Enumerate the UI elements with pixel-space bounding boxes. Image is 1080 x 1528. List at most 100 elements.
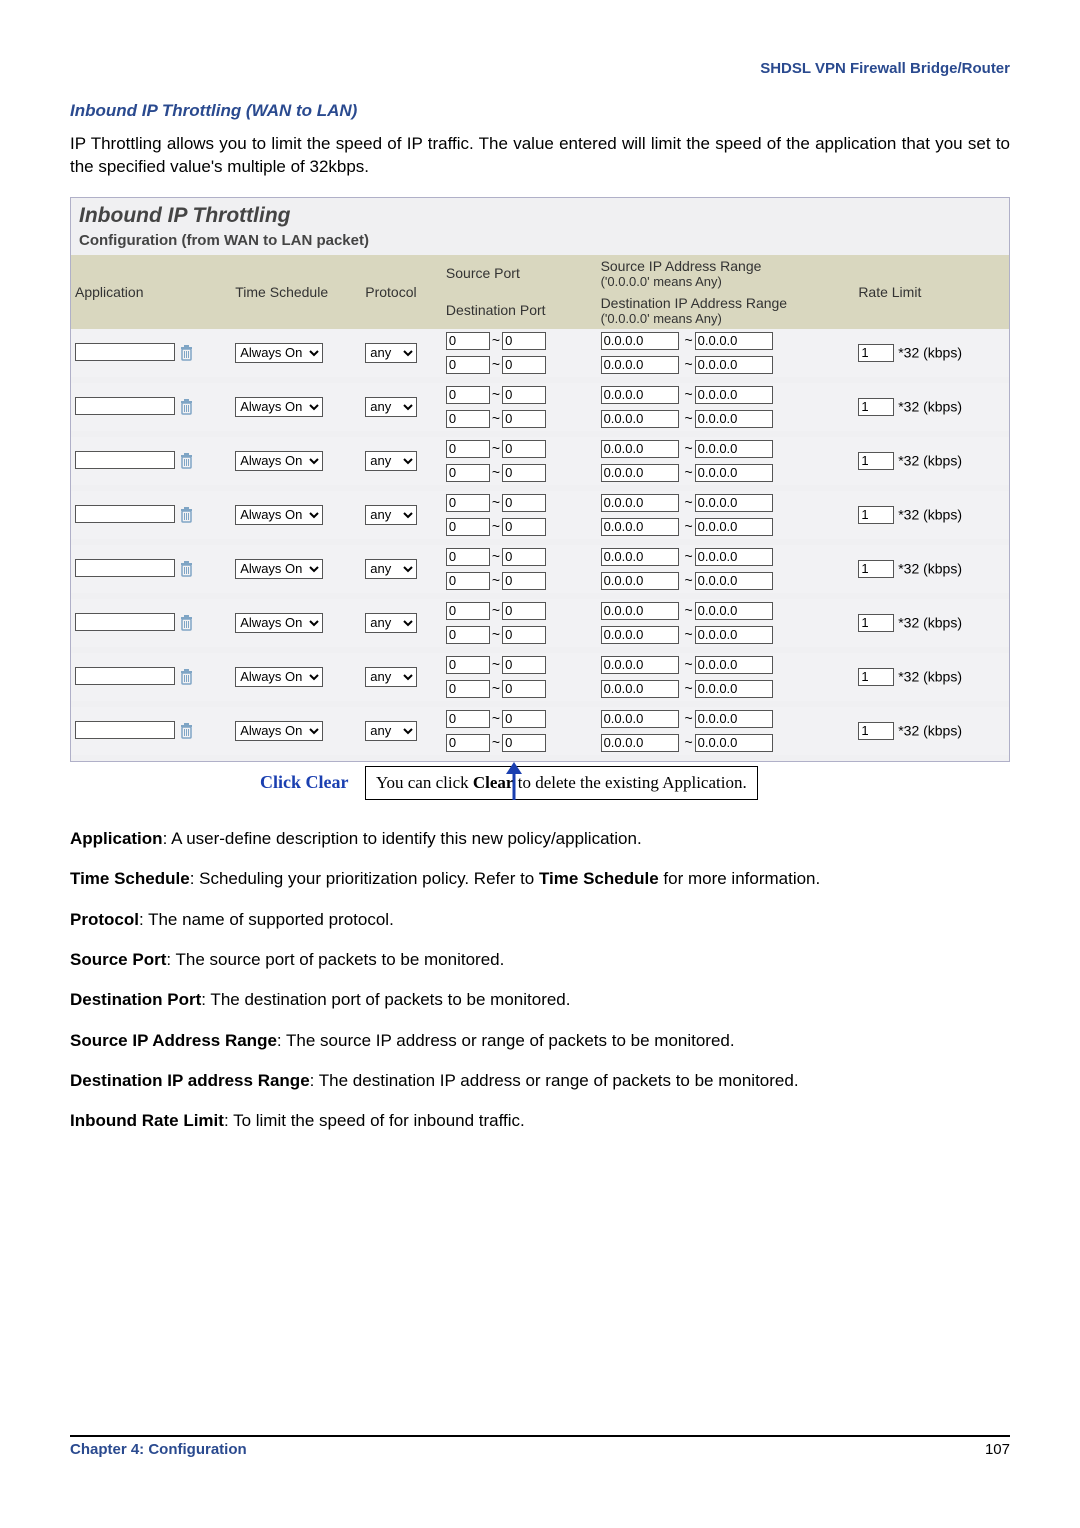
source-ip-to-input[interactable] [695,494,773,512]
source-ip-to-input[interactable] [695,710,773,728]
clear-icon[interactable] [179,668,194,686]
protocol-select[interactable]: any [365,451,417,471]
application-input[interactable] [75,667,175,685]
dest-port-to-input[interactable] [502,680,546,698]
source-port-to-input[interactable] [502,710,546,728]
time-schedule-select[interactable]: Always On [235,613,323,633]
clear-icon[interactable] [179,398,194,416]
dest-ip-from-input[interactable] [601,410,679,428]
source-ip-from-input[interactable] [601,548,679,566]
source-ip-from-input[interactable] [601,332,679,350]
dest-port-to-input[interactable] [502,410,546,428]
rate-limit-input[interactable] [858,560,894,578]
rate-limit-input[interactable] [858,398,894,416]
source-ip-to-input[interactable] [695,386,773,404]
source-port-to-input[interactable] [502,656,546,674]
source-ip-to-input[interactable] [695,440,773,458]
protocol-select[interactable]: any [365,667,417,687]
source-port-to-input[interactable] [502,548,546,566]
time-schedule-select[interactable]: Always On [235,721,323,741]
source-port-to-input[interactable] [502,602,546,620]
dest-port-from-input[interactable] [446,734,490,752]
source-ip-from-input[interactable] [601,602,679,620]
rate-limit-input[interactable] [858,722,894,740]
dest-ip-to-input[interactable] [695,734,773,752]
protocol-select[interactable]: any [365,397,417,417]
clear-icon[interactable] [179,560,194,578]
clear-icon[interactable] [179,344,194,362]
dest-ip-from-input[interactable] [601,680,679,698]
dest-port-from-input[interactable] [446,356,490,374]
dest-port-from-input[interactable] [446,410,490,428]
rate-limit-input[interactable] [858,506,894,524]
dest-port-to-input[interactable] [502,626,546,644]
application-input[interactable] [75,613,175,631]
source-ip-from-input[interactable] [601,494,679,512]
dest-ip-to-input[interactable] [695,356,773,374]
clear-icon[interactable] [179,614,194,632]
dest-ip-from-input[interactable] [601,572,679,590]
time-schedule-select[interactable]: Always On [235,505,323,525]
time-schedule-select[interactable]: Always On [235,559,323,579]
dest-ip-to-input[interactable] [695,572,773,590]
source-port-from-input[interactable] [446,332,490,350]
dest-ip-from-input[interactable] [601,734,679,752]
application-input[interactable] [75,505,175,523]
protocol-select[interactable]: any [365,343,417,363]
dest-ip-to-input[interactable] [695,464,773,482]
application-input[interactable] [75,343,175,361]
dest-ip-to-input[interactable] [695,518,773,536]
source-port-from-input[interactable] [446,494,490,512]
dest-ip-from-input[interactable] [601,356,679,374]
source-port-from-input[interactable] [446,548,490,566]
source-ip-from-input[interactable] [601,710,679,728]
dest-port-to-input[interactable] [502,572,546,590]
source-port-to-input[interactable] [502,332,546,350]
source-ip-from-input[interactable] [601,656,679,674]
clear-icon[interactable] [179,722,194,740]
source-port-from-input[interactable] [446,656,490,674]
source-port-to-input[interactable] [502,440,546,458]
source-ip-to-input[interactable] [695,548,773,566]
source-port-to-input[interactable] [502,494,546,512]
dest-ip-to-input[interactable] [695,626,773,644]
time-schedule-select[interactable]: Always On [235,451,323,471]
dest-port-from-input[interactable] [446,626,490,644]
source-ip-from-input[interactable] [601,386,679,404]
source-ip-to-input[interactable] [695,602,773,620]
dest-port-to-input[interactable] [502,356,546,374]
source-port-from-input[interactable] [446,710,490,728]
dest-ip-from-input[interactable] [601,626,679,644]
dest-ip-from-input[interactable] [601,518,679,536]
dest-port-from-input[interactable] [446,464,490,482]
source-port-to-input[interactable] [502,386,546,404]
dest-ip-from-input[interactable] [601,464,679,482]
protocol-select[interactable]: any [365,505,417,525]
time-schedule-select[interactable]: Always On [235,343,323,363]
protocol-select[interactable]: any [365,613,417,633]
source-port-from-input[interactable] [446,602,490,620]
clear-icon[interactable] [179,452,194,470]
dest-port-from-input[interactable] [446,680,490,698]
dest-port-to-input[interactable] [502,518,546,536]
rate-limit-input[interactable] [858,344,894,362]
source-port-from-input[interactable] [446,386,490,404]
rate-limit-input[interactable] [858,668,894,686]
application-input[interactable] [75,451,175,469]
source-ip-to-input[interactable] [695,656,773,674]
protocol-select[interactable]: any [365,559,417,579]
dest-ip-to-input[interactable] [695,680,773,698]
application-input[interactable] [75,397,175,415]
dest-ip-to-input[interactable] [695,410,773,428]
source-port-from-input[interactable] [446,440,490,458]
rate-limit-input[interactable] [858,614,894,632]
application-input[interactable] [75,721,175,739]
source-ip-from-input[interactable] [601,440,679,458]
time-schedule-select[interactable]: Always On [235,397,323,417]
source-ip-to-input[interactable] [695,332,773,350]
dest-port-from-input[interactable] [446,518,490,536]
dest-port-to-input[interactable] [502,464,546,482]
dest-port-from-input[interactable] [446,572,490,590]
application-input[interactable] [75,559,175,577]
rate-limit-input[interactable] [858,452,894,470]
